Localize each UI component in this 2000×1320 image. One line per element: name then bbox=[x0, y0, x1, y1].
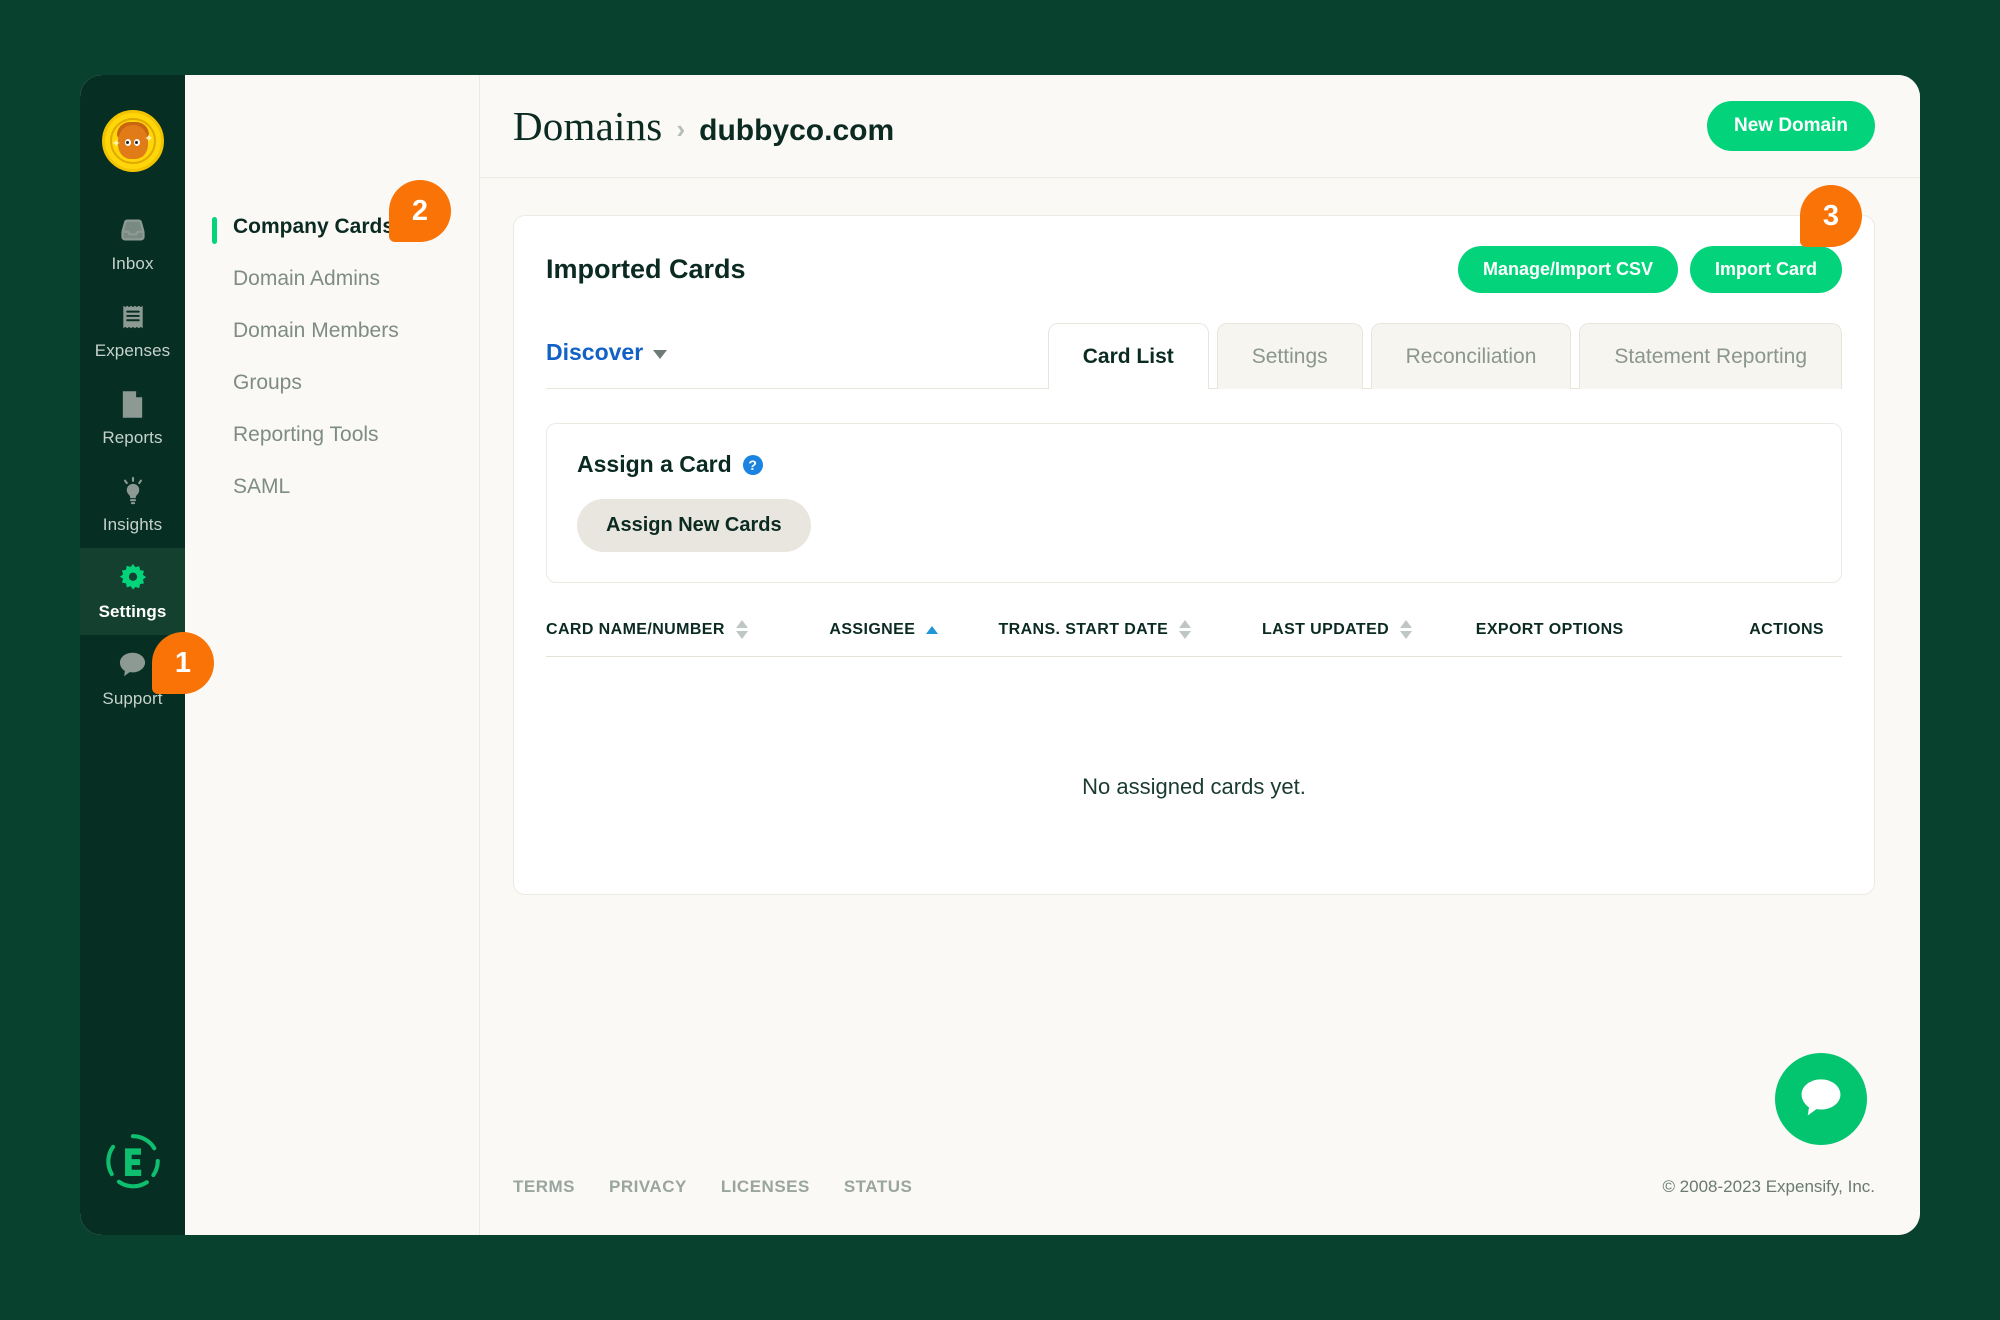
lightbulb-icon bbox=[118, 476, 148, 506]
footer-link-privacy[interactable]: PRIVACY bbox=[609, 1177, 687, 1197]
sidebar-item-saml[interactable]: SAML bbox=[185, 461, 479, 513]
tab-settings[interactable]: Settings bbox=[1216, 323, 1363, 389]
chevron-down-icon[interactable] bbox=[653, 350, 668, 359]
column-label: CARD NAME/NUMBER bbox=[546, 620, 725, 638]
tab-bar: Discover Card List Settings Reconciliati… bbox=[546, 323, 1842, 389]
sidebar-item-label: Inbox bbox=[111, 254, 154, 273]
sort-asc-icon bbox=[926, 625, 939, 634]
column-header-card-name-number[interactable]: CARD NAME/NUMBER bbox=[546, 620, 829, 639]
app-window: ✦ ✦ Inbox Expenses Reports Insights Sett… bbox=[80, 75, 1920, 1235]
tab-statement-reporting[interactable]: Statement Reporting bbox=[1579, 323, 1842, 389]
sort-desc-icon bbox=[735, 631, 748, 639]
sort-toggle-last-updated[interactable] bbox=[1400, 620, 1413, 639]
chat-icon bbox=[118, 650, 148, 680]
assign-card-header: Assign a Card ? bbox=[577, 451, 1811, 478]
panel-header: Imported Cards Manage/Import CSV Import … bbox=[546, 246, 1842, 293]
receipt-icon bbox=[118, 302, 148, 332]
step-badge-3: 3 bbox=[1800, 185, 1862, 247]
table-empty-state: No assigned cards yet. bbox=[1082, 774, 1306, 799]
copyright-text: © 2008-2023 Expensify, Inc. bbox=[1662, 1177, 1875, 1196]
column-header-last-updated[interactable]: LAST UPDATED bbox=[1262, 620, 1476, 639]
manage-import-csv-button[interactable]: Manage/Import CSV bbox=[1457, 246, 1678, 293]
footer-links: TERMS PRIVACY LICENSES STATUS bbox=[513, 1177, 912, 1197]
chevron-right-icon: › bbox=[676, 114, 686, 144]
breadcrumb-root[interactable]: Domains bbox=[513, 102, 662, 150]
avatar-sparkle-right: ✦ bbox=[144, 133, 154, 145]
sidebar-item-expenses[interactable]: Expenses bbox=[80, 287, 185, 374]
tab-card-list[interactable]: Card List bbox=[1047, 323, 1209, 389]
footer-link-licenses[interactable]: LICENSES bbox=[721, 1177, 810, 1197]
discover-dropdown[interactable]: Discover bbox=[546, 339, 1040, 388]
sort-asc-icon bbox=[1179, 620, 1192, 628]
sidebar-item-inbox[interactable]: Inbox bbox=[80, 200, 185, 287]
assign-card-box: Assign a Card ? Assign New Cards bbox=[546, 423, 1842, 583]
document-icon bbox=[118, 389, 148, 419]
sidebar-item-domain-admins[interactable]: Domain Admins bbox=[185, 253, 479, 305]
column-label: EXPORT OPTIONS bbox=[1475, 620, 1624, 638]
assign-new-cards-button[interactable]: Assign New Cards bbox=[577, 499, 811, 552]
expensify-logo-wrap bbox=[80, 1132, 185, 1195]
sort-asc-icon bbox=[735, 620, 748, 628]
column-label: TRANS. START DATE bbox=[998, 620, 1169, 638]
assign-card-title: Assign a Card bbox=[577, 451, 732, 477]
column-header-export-options: EXPORT OPTIONS bbox=[1476, 621, 1749, 639]
discover-label[interactable]: Discover bbox=[546, 339, 643, 366]
avatar-eye-left bbox=[124, 139, 131, 147]
gear-icon bbox=[118, 563, 148, 593]
imported-cards-panel: Imported Cards Manage/Import CSV Import … bbox=[513, 215, 1875, 895]
expensify-logo-icon[interactable] bbox=[104, 1132, 162, 1195]
import-card-button[interactable]: Import Card bbox=[1689, 246, 1842, 293]
step-badge-2: 2 bbox=[389, 180, 451, 242]
panel-action-buttons: Manage/Import CSV Import Card bbox=[1457, 246, 1842, 293]
new-domain-button[interactable]: New Domain bbox=[1706, 101, 1875, 151]
chat-support-button[interactable] bbox=[1775, 1053, 1867, 1145]
table-header-row: CARD NAME/NUMBER ASSIGNEE TRANS. START D… bbox=[546, 620, 1842, 657]
sidebar-item-label: Reports bbox=[102, 428, 163, 447]
sort-desc-icon bbox=[1179, 631, 1192, 639]
sort-toggle-trans-start-date[interactable] bbox=[1179, 620, 1192, 639]
inbox-icon bbox=[118, 215, 148, 245]
column-label: ASSIGNEE bbox=[829, 620, 916, 638]
avatar-eye-right bbox=[133, 139, 140, 147]
sort-toggle-assignee[interactable] bbox=[926, 625, 939, 634]
chat-bubble-icon bbox=[1799, 1077, 1843, 1122]
content-area: Imported Cards Manage/Import CSV Import … bbox=[480, 178, 1920, 1139]
column-label: LAST UPDATED bbox=[1261, 620, 1390, 638]
secondary-sidebar: Company Cards Domain Admins Domain Membe… bbox=[185, 75, 480, 1235]
page-title: Imported Cards bbox=[546, 254, 746, 284]
sidebar-item-groups[interactable]: Groups bbox=[185, 357, 479, 409]
user-avatar[interactable]: ✦ ✦ bbox=[101, 110, 164, 172]
sort-desc-icon bbox=[1400, 631, 1413, 639]
column-header-assignee[interactable]: ASSIGNEE bbox=[829, 621, 998, 639]
sidebar-item-domain-members[interactable]: Domain Members bbox=[185, 305, 479, 357]
column-label: ACTIONS bbox=[1749, 620, 1825, 638]
breadcrumb-current: dubbyco.com bbox=[699, 114, 895, 147]
footer-link-status[interactable]: STATUS bbox=[844, 1177, 912, 1197]
sidebar-item-settings[interactable]: Settings bbox=[80, 548, 185, 635]
column-header-actions: ACTIONS bbox=[1749, 621, 1842, 639]
sidebar-item-label: Settings bbox=[98, 602, 167, 621]
avatar-sparkle-left: ✦ bbox=[111, 138, 121, 150]
help-icon[interactable]: ? bbox=[742, 454, 763, 475]
sort-toggle-card-name-number[interactable] bbox=[735, 620, 748, 639]
sort-asc-icon bbox=[1400, 620, 1413, 628]
sidebar-item-reporting-tools[interactable]: Reporting Tools bbox=[185, 409, 479, 461]
main-column: Domains › dubbyco.com New Domain Importe… bbox=[480, 75, 1920, 1235]
sidebar-item-label: Expenses bbox=[94, 341, 171, 360]
column-header-trans-start-date[interactable]: TRANS. START DATE bbox=[998, 620, 1262, 639]
top-bar: Domains › dubbyco.com New Domain bbox=[480, 75, 1920, 178]
sidebar-item-reports[interactable]: Reports bbox=[80, 374, 185, 461]
footer-link-terms[interactable]: TERMS bbox=[513, 1177, 575, 1197]
breadcrumb: Domains › dubbyco.com bbox=[513, 102, 894, 150]
sidebar-item-label: Insights bbox=[102, 515, 163, 534]
tab-reconciliation[interactable]: Reconciliation bbox=[1370, 323, 1572, 389]
step-badge-1: 1 bbox=[152, 632, 214, 694]
card-list-table: CARD NAME/NUMBER ASSIGNEE TRANS. START D… bbox=[546, 620, 1842, 800]
sidebar-item-insights[interactable]: Insights bbox=[80, 461, 185, 548]
footer: TERMS PRIVACY LICENSES STATUS © 2008-202… bbox=[480, 1139, 1920, 1235]
avatar-face bbox=[117, 125, 148, 160]
